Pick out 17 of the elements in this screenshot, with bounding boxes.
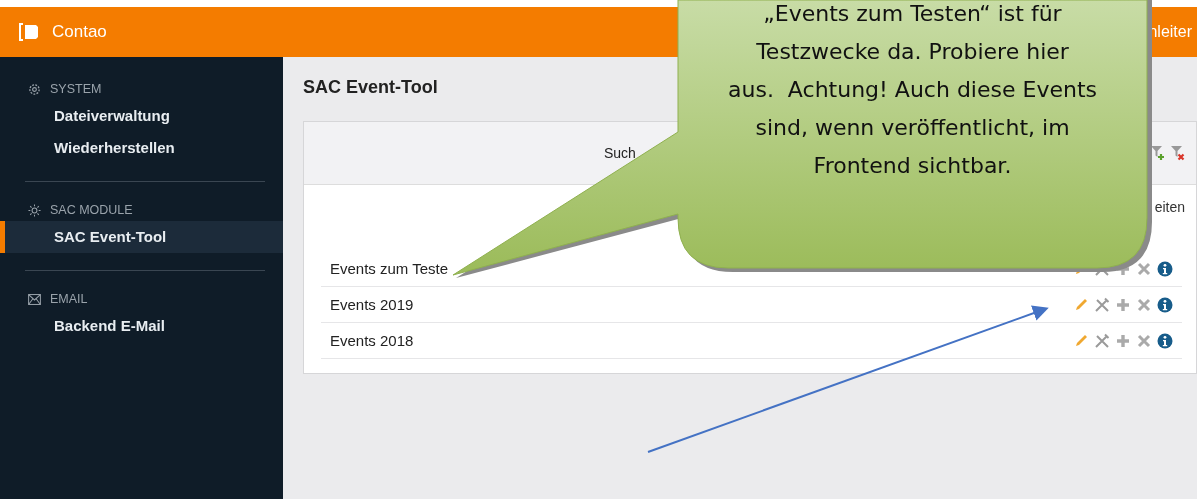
search-label: Such — [604, 145, 636, 161]
sidebar-item[interactable]: Wiederherstellen — [0, 132, 283, 164]
callout-text: „Events zum Testen“ ist für Testzwecke da. Probiere hier aus. Achtung! Auch diese Events sind, wenn veröffentlicht, im Frontend sichtbar. — [727, 0, 1098, 180]
table-row[interactable]: Events 2019 — [321, 287, 1182, 323]
sidebar-item[interactable]: SAC Event-Tool — [0, 221, 283, 253]
logo-text: Contao — [52, 22, 107, 42]
row-label: Events 2018 — [330, 332, 414, 349]
sidebar-heading[interactable]: SYSTEM — [50, 82, 102, 96]
row-label: Events 2019 — [330, 296, 414, 313]
row-label: Events zum Teste — [330, 260, 449, 277]
page-title: SAC Event-Tool — [303, 77, 438, 98]
sidebar-item[interactable]: Backend E-Mail — [0, 310, 283, 342]
column-label: eiten — [1154, 199, 1185, 217]
sidebar-heading[interactable]: EMAIL — [50, 292, 88, 306]
sidebar-heading[interactable]: SAC MODULE — [50, 203, 133, 217]
table-row[interactable]: Events 2018 — [321, 323, 1182, 359]
sidebar-item[interactable]: Dateiverwaltung — [0, 100, 283, 132]
